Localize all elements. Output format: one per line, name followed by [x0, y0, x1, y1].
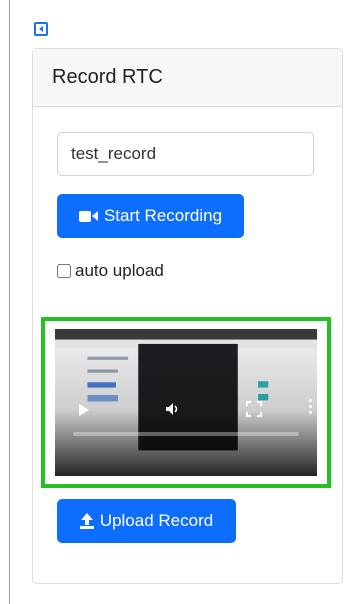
page-left-border — [9, 0, 10, 604]
card-title: Record RTC — [52, 66, 163, 88]
record-rtc-card: Record RTC Start Recording auto upload — [32, 48, 343, 584]
start-recording-button[interactable]: Start Recording — [57, 194, 244, 238]
video-seek-bar[interactable] — [73, 432, 299, 436]
more-options-icon[interactable] — [309, 399, 312, 414]
back-icon[interactable] — [34, 22, 48, 36]
video-camera-icon — [78, 210, 98, 222]
card-header: Record RTC — [33, 49, 342, 107]
auto-upload-checkbox[interactable] — [57, 264, 71, 278]
upload-record-label: Upload Record — [99, 511, 214, 530]
start-recording-label: Start Recording — [103, 206, 223, 225]
upload-icon — [79, 513, 94, 529]
video-frame-image — [55, 329, 317, 476]
auto-upload-option[interactable]: auto upload — [57, 261, 164, 281]
video-player[interactable] — [55, 329, 317, 476]
video-preview-frame — [41, 317, 331, 488]
auto-upload-label: auto upload — [75, 261, 164, 280]
volume-icon[interactable] — [165, 402, 181, 416]
play-icon[interactable] — [79, 404, 89, 416]
record-name-input[interactable] — [57, 132, 314, 176]
upload-record-button[interactable]: Upload Record — [57, 499, 236, 543]
fullscreen-icon[interactable] — [246, 401, 262, 417]
